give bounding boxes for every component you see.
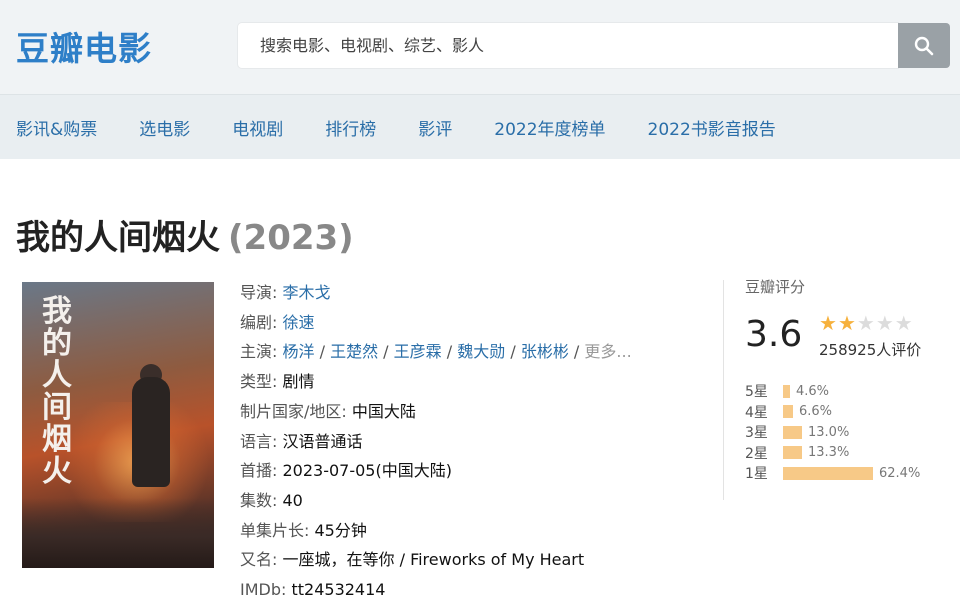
rating-bar	[783, 425, 802, 439]
main-nav: 影讯&购票 选电影 电视剧 排行榜 影评 2022年度榜单 2022书影音报告	[0, 94, 960, 159]
rating-bar	[783, 405, 793, 419]
genre-value: 剧情	[282, 372, 315, 392]
poster-ground	[22, 498, 214, 568]
star-empty-icon: ★	[894, 311, 914, 335]
star-empty-icon: ★	[875, 311, 895, 335]
info-row-imdb: IMDb: tt24532414	[240, 575, 710, 605]
genre-label: 类型:	[240, 372, 278, 392]
rating-bar	[783, 466, 873, 480]
info-row-duration: 单集片长: 45分钟	[240, 516, 710, 546]
aka-label: 又名:	[240, 550, 278, 570]
rating-bar-row: 5星 4.6%	[745, 381, 920, 402]
rating-bar-percent: 6.6%	[799, 404, 833, 420]
rating-score: 3.6	[745, 314, 803, 355]
info-row-writer: 编剧: 徐速	[240, 308, 710, 338]
duration-value: 45分钟	[314, 520, 367, 540]
nav-item-2022-annual-list[interactable]: 2022年度榜单	[494, 115, 605, 140]
cast-link[interactable]: 王楚然	[330, 342, 378, 361]
rating-bar-percent: 62.4%	[879, 465, 921, 481]
cast-link[interactable]: 魏大勋	[457, 342, 505, 361]
top-header: 豆瓣电影	[0, 0, 960, 94]
rating-stars: ★★★★★	[819, 311, 914, 335]
info-row-country: 制片国家/地区: 中国大陆	[240, 397, 710, 427]
director-link[interactable]: 李木戈	[283, 283, 331, 302]
info-row-premiere: 首播: 2023-07-05(中国大陆)	[240, 456, 710, 486]
writer-label: 编剧:	[240, 312, 278, 332]
rating-panel: 豆瓣评分 3.6 ★★★★★ 258925人评价	[745, 276, 945, 359]
rating-bar-percent: 4.6%	[796, 383, 830, 399]
movie-info: 导演: 李木戈 编剧: 徐速 主演: 杨洋 / 王楚然 / 王彦霖 / 魏大勋 …	[240, 278, 710, 605]
rating-bar	[783, 446, 802, 460]
nav-item-reviews[interactable]: 影评	[418, 115, 452, 140]
info-row-genre: 类型: 剧情	[240, 367, 710, 397]
search-input[interactable]	[238, 23, 880, 68]
douban-movie-logo[interactable]: 豆瓣电影	[16, 22, 152, 70]
imdb-value: tt24532414	[291, 580, 386, 600]
cast-link[interactable]: 杨洋	[283, 342, 315, 361]
aka-value: 一座城，在等你 / Fireworks of My Heart	[282, 550, 585, 570]
director-label: 导演:	[240, 283, 278, 302]
movie-title: 我的人间烟火	[16, 218, 220, 258]
country-label: 制片国家/地区:	[240, 401, 347, 421]
rating-bar-label: 1星	[745, 466, 768, 483]
poster-title-calligraphy: 我的人间烟火	[42, 294, 72, 489]
info-row-language: 语言: 汉语普通话	[240, 427, 710, 457]
movie-year: (2023)	[228, 218, 354, 258]
language-label: 语言:	[240, 431, 278, 451]
search-icon	[914, 36, 934, 55]
cast-more-link[interactable]: 更多...	[584, 342, 631, 361]
nav-item-charts[interactable]: 排行榜	[325, 115, 376, 140]
rating-votes-link[interactable]: 258925人评价	[819, 339, 921, 360]
nav-item-2022-annual-report[interactable]: 2022书影音报告	[648, 115, 776, 140]
nav-item-tv[interactable]: 电视剧	[232, 115, 283, 140]
rating-bar-label: 2星	[745, 445, 768, 462]
premiere-value: 2023-07-05(中国大陆)	[282, 461, 452, 481]
cast-link[interactable]: 王彦霖	[394, 342, 442, 361]
star-filled-icon: ★	[819, 311, 838, 335]
search-box	[238, 23, 898, 68]
language-value: 汉语普通话	[282, 431, 363, 451]
rating-bar-row: 2星 13.3%	[745, 443, 920, 464]
rating-bar-row: 1星 62.4%	[745, 463, 920, 484]
rating-bar-row: 4星 6.6%	[745, 402, 920, 423]
rating-bar-label: 4星	[745, 404, 768, 421]
rating-bar-percent: 13.0%	[808, 424, 850, 440]
info-row-aka: 又名: 一座城，在等你 / Fireworks of My Heart	[240, 545, 710, 575]
episodes-value: 40	[282, 490, 303, 510]
rating-distribution: 5星 4.6% 4星 6.6% 3星 13.0% 2星 13.3% 1星 62.4%	[745, 381, 920, 484]
search-button[interactable]	[898, 23, 950, 68]
info-row-episodes: 集数: 40	[240, 486, 710, 516]
star-filled-icon: ★	[837, 311, 857, 335]
cast-label: 主演:	[240, 342, 278, 362]
country-value: 中国大陆	[351, 401, 416, 421]
info-row-cast: 主演: 杨洋 / 王楚然 / 王彦霖 / 魏大勋 / 张彬彬 / 更多...	[240, 342, 632, 362]
star-empty-icon: ★	[856, 311, 876, 335]
episodes-label: 集数:	[240, 490, 278, 510]
rating-bar	[783, 384, 790, 398]
rating-bar-row: 3星 13.0%	[745, 422, 920, 443]
imdb-label: IMDb:	[240, 580, 287, 600]
rating-bar-label: 5星	[745, 384, 768, 401]
movie-poster[interactable]: 我的人间烟火	[22, 282, 214, 568]
writer-link[interactable]: 徐速	[283, 313, 315, 332]
nav-item-tickets[interactable]: 影讯&购票	[16, 115, 97, 140]
poster-firefighter-figure	[132, 377, 170, 487]
nav-item-explore-movies[interactable]: 选电影	[139, 115, 190, 140]
rating-bar-percent: 13.3%	[808, 445, 850, 461]
rating-bar-label: 3星	[745, 425, 768, 442]
info-row-director: 导演: 李木戈	[240, 278, 710, 308]
premiere-label: 首播:	[240, 461, 278, 481]
page-title: 我的人间烟火 (2023)	[16, 210, 354, 259]
rating-label: 豆瓣评分	[745, 278, 806, 296]
section-divider	[723, 280, 724, 500]
cast-link[interactable]: 张彬彬	[521, 342, 569, 361]
duration-label: 单集片长:	[240, 520, 310, 540]
